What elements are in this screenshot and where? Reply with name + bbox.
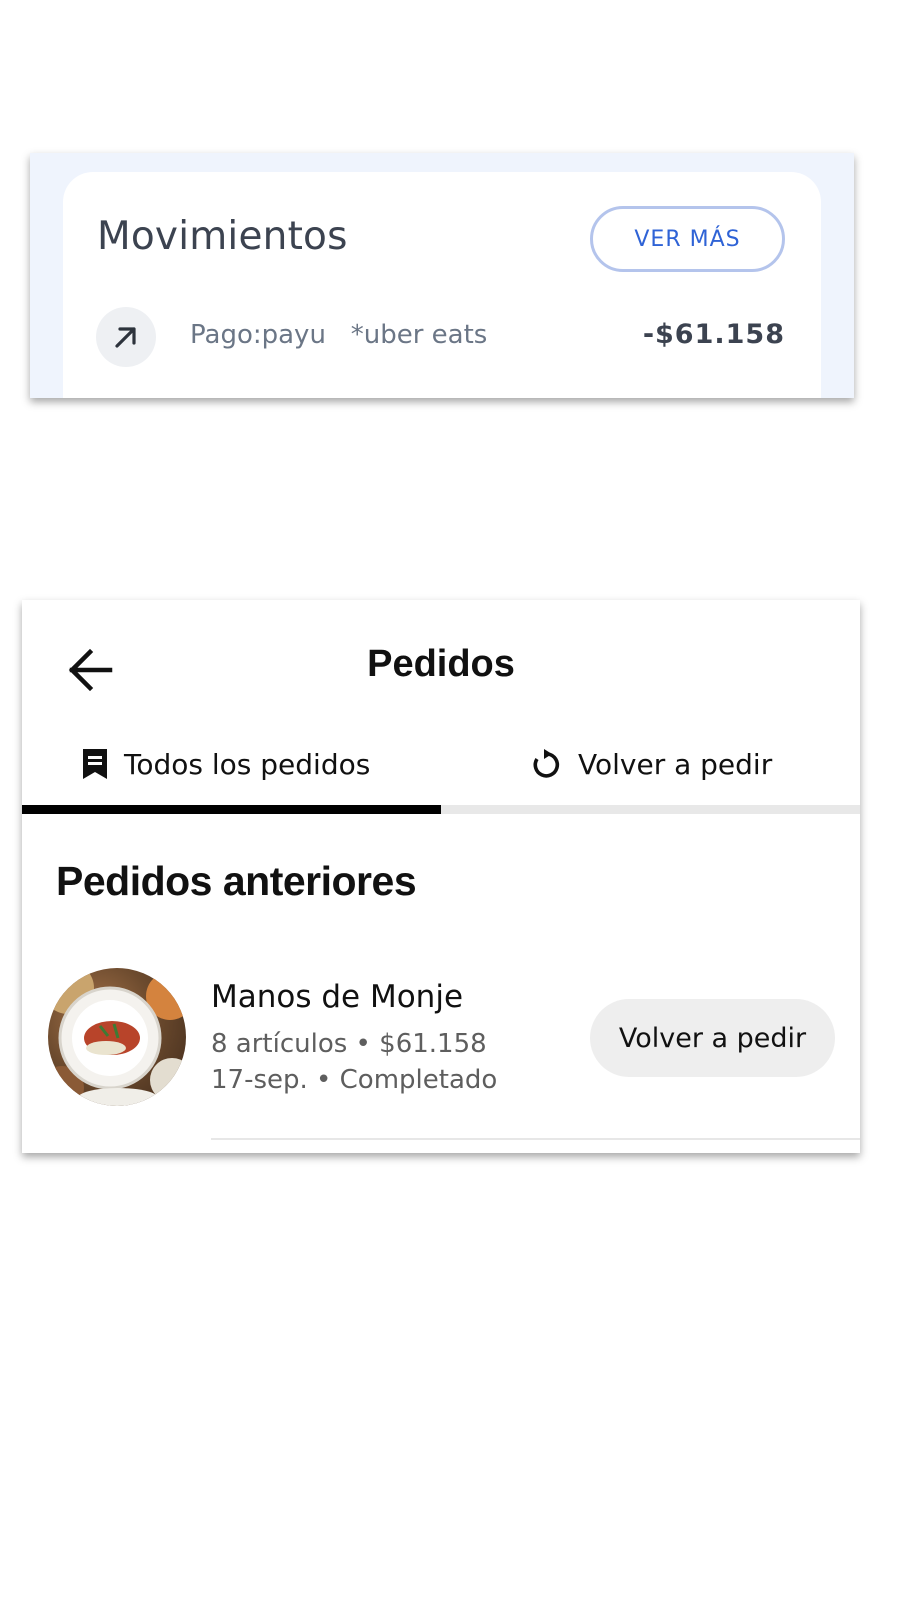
order-row[interactable]: Manos de Monje 8 artículos • $61.158 17-… xyxy=(22,966,860,1116)
order-items-price: 8 artículos • $61.158 xyxy=(211,1029,487,1059)
movimientos-card: Movimientos VER MÁS Pago:payu *uber eats… xyxy=(63,172,821,398)
tab-label: Todos los pedidos xyxy=(124,747,371,781)
order-date-status: 17-sep. • Completado xyxy=(211,1065,498,1095)
section-title: Pedidos anteriores xyxy=(56,858,417,904)
arrow-up-right-icon xyxy=(96,307,156,367)
movement-description: Pago:payu *uber eats xyxy=(190,320,488,350)
tab-todos-los-pedidos[interactable]: Todos los pedidos xyxy=(80,740,370,788)
divider xyxy=(211,1138,860,1140)
restaurant-name: Manos de Monje xyxy=(211,979,464,1015)
movement-row[interactable]: Pago:payu *uber eats -$61.158 xyxy=(63,307,821,369)
movimientos-panel: Movimientos VER MÁS Pago:payu *uber eats… xyxy=(30,153,854,398)
pedidos-panel: Pedidos Todos los pedidos Volver a pedir… xyxy=(22,600,860,1153)
active-tab-indicator xyxy=(22,805,441,814)
reorder-icon xyxy=(528,747,564,781)
food-plate-image xyxy=(48,968,186,1106)
tab-label: Volver a pedir xyxy=(578,747,773,781)
page-title: Pedidos xyxy=(367,643,515,685)
movimientos-title: Movimientos xyxy=(97,214,348,259)
movement-amount: -$61.158 xyxy=(642,319,785,350)
receipt-icon xyxy=(80,747,110,781)
reorder-button[interactable]: Volver a pedir xyxy=(590,999,835,1077)
ver-mas-button[interactable]: VER MÁS xyxy=(590,206,785,272)
tab-volver-a-pedir[interactable]: Volver a pedir xyxy=(528,740,772,788)
